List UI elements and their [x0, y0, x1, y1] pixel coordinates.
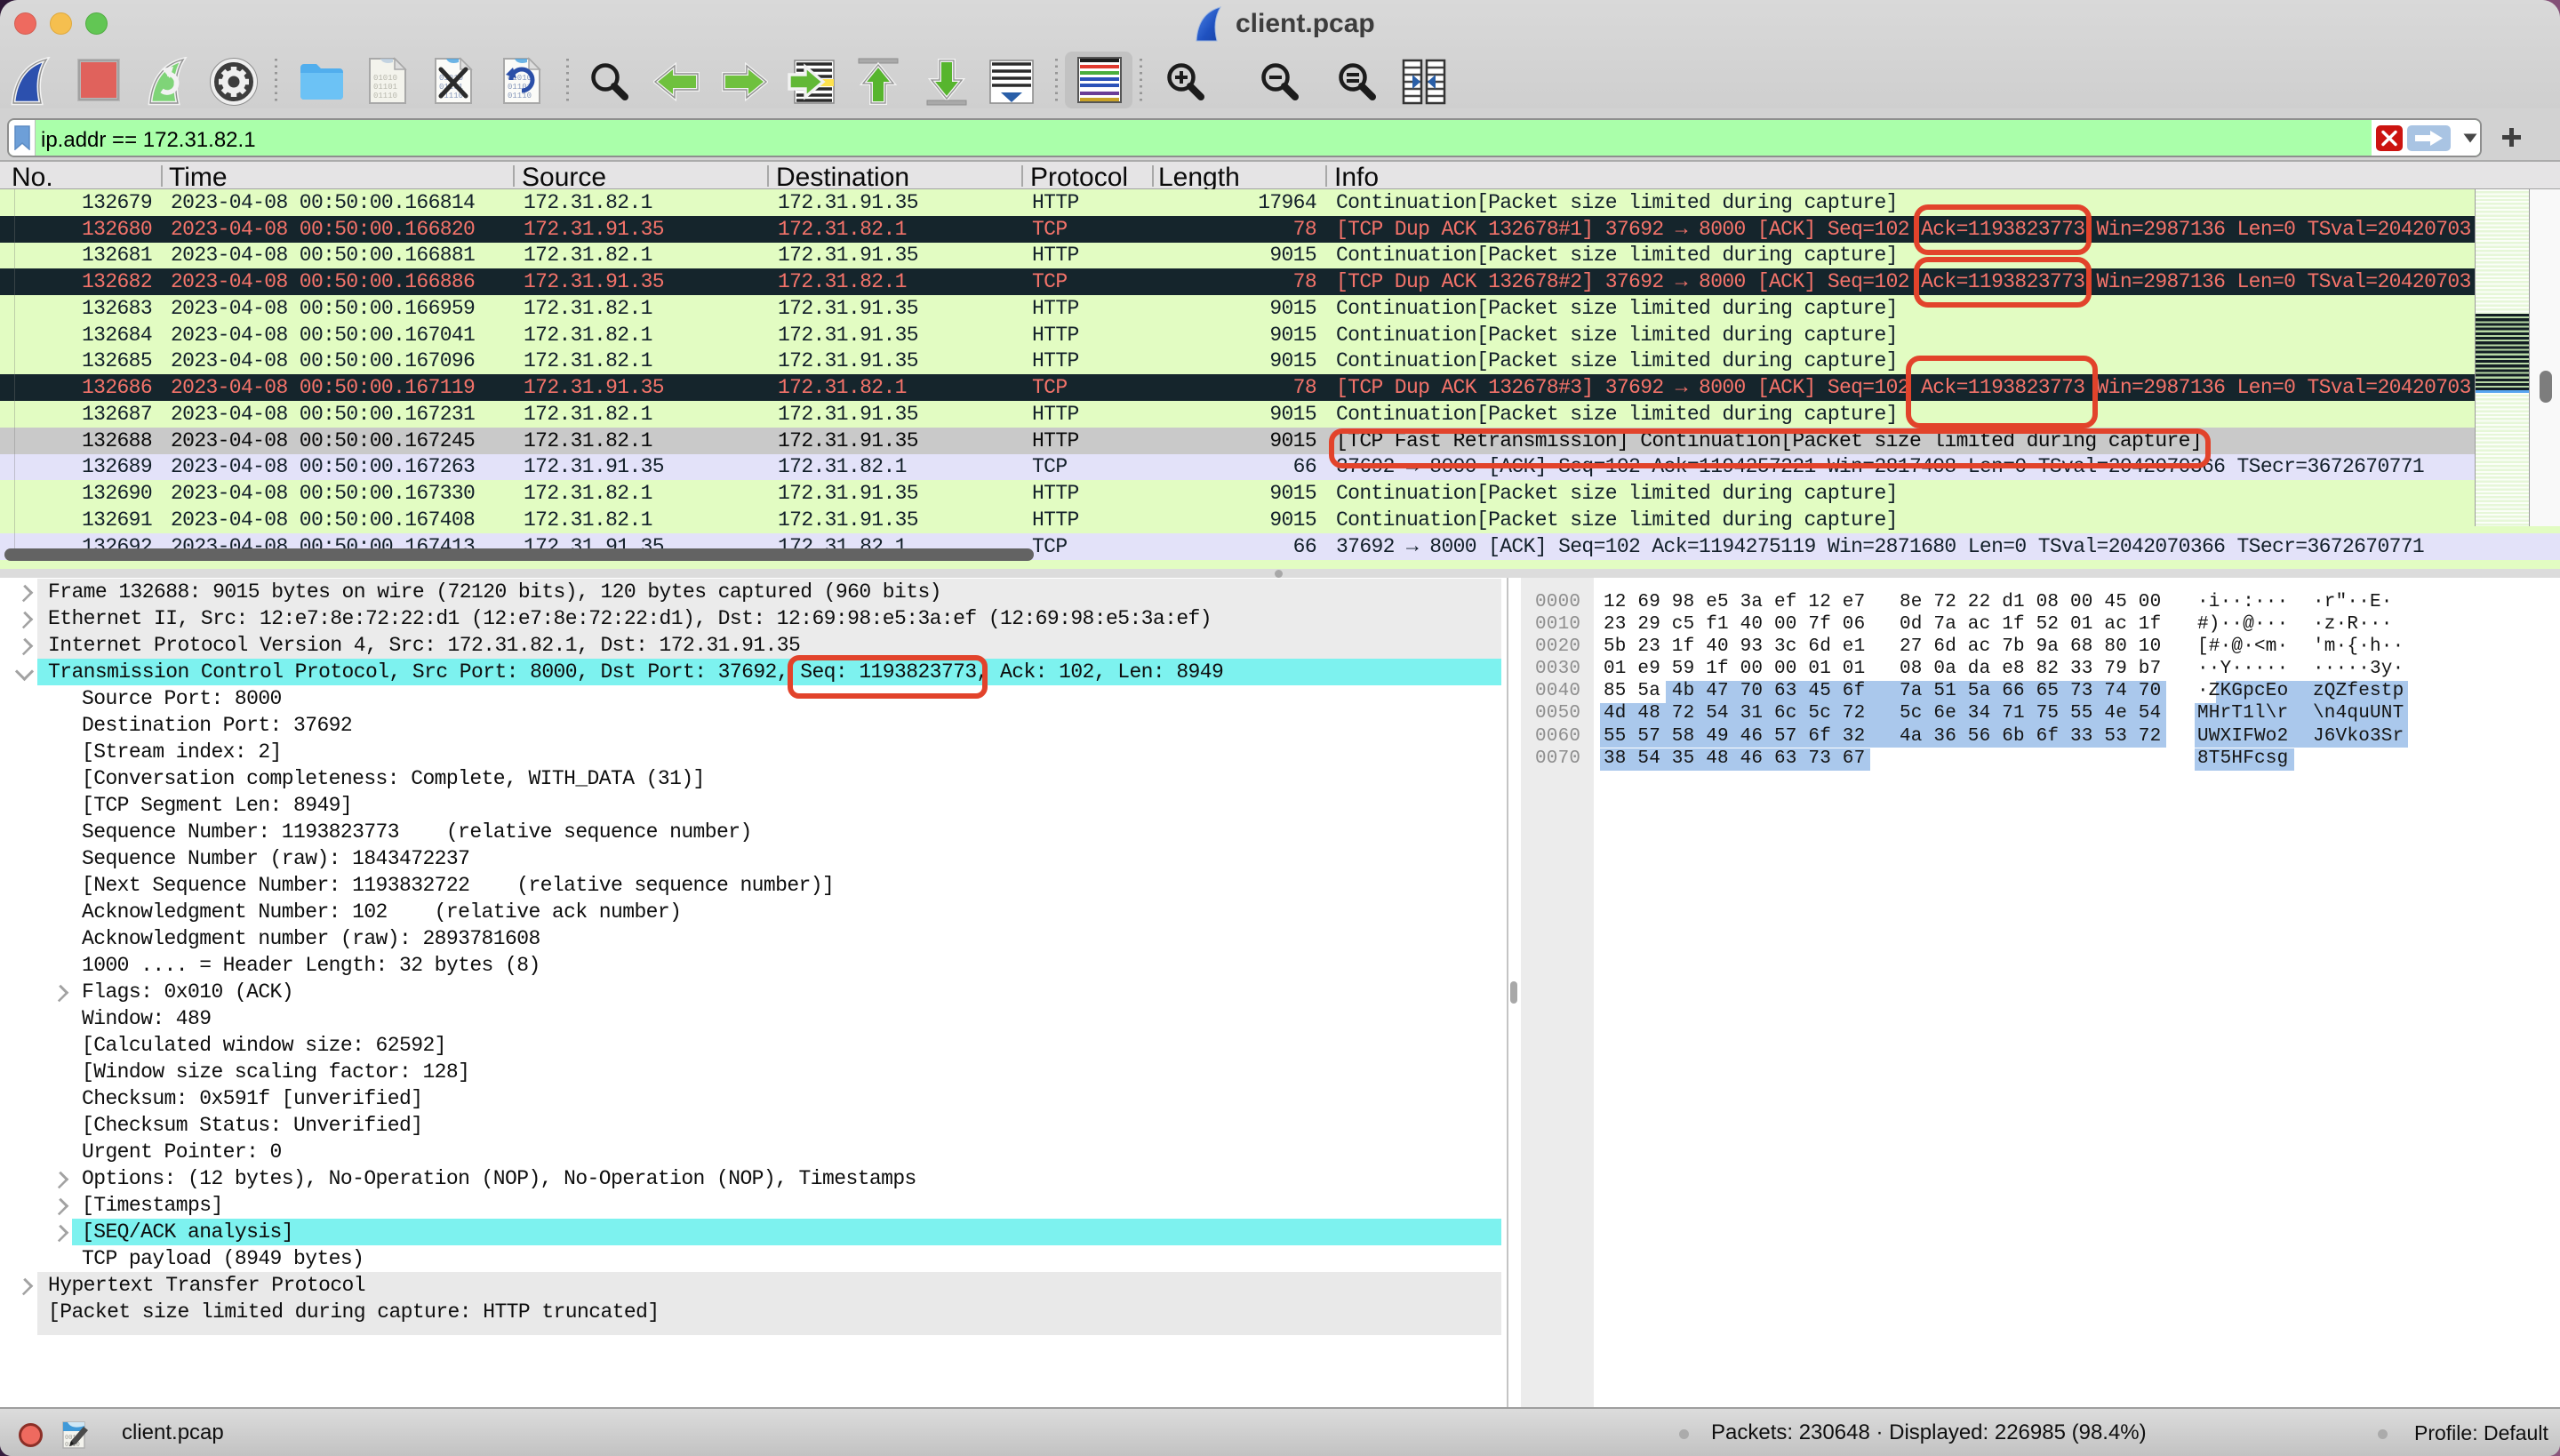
svg-text:01110: 01110: [508, 92, 532, 100]
svg-text:01010: 01010: [373, 74, 397, 83]
svg-text:01110: 01110: [373, 92, 397, 100]
svg-text:01101: 01101: [373, 83, 397, 92]
